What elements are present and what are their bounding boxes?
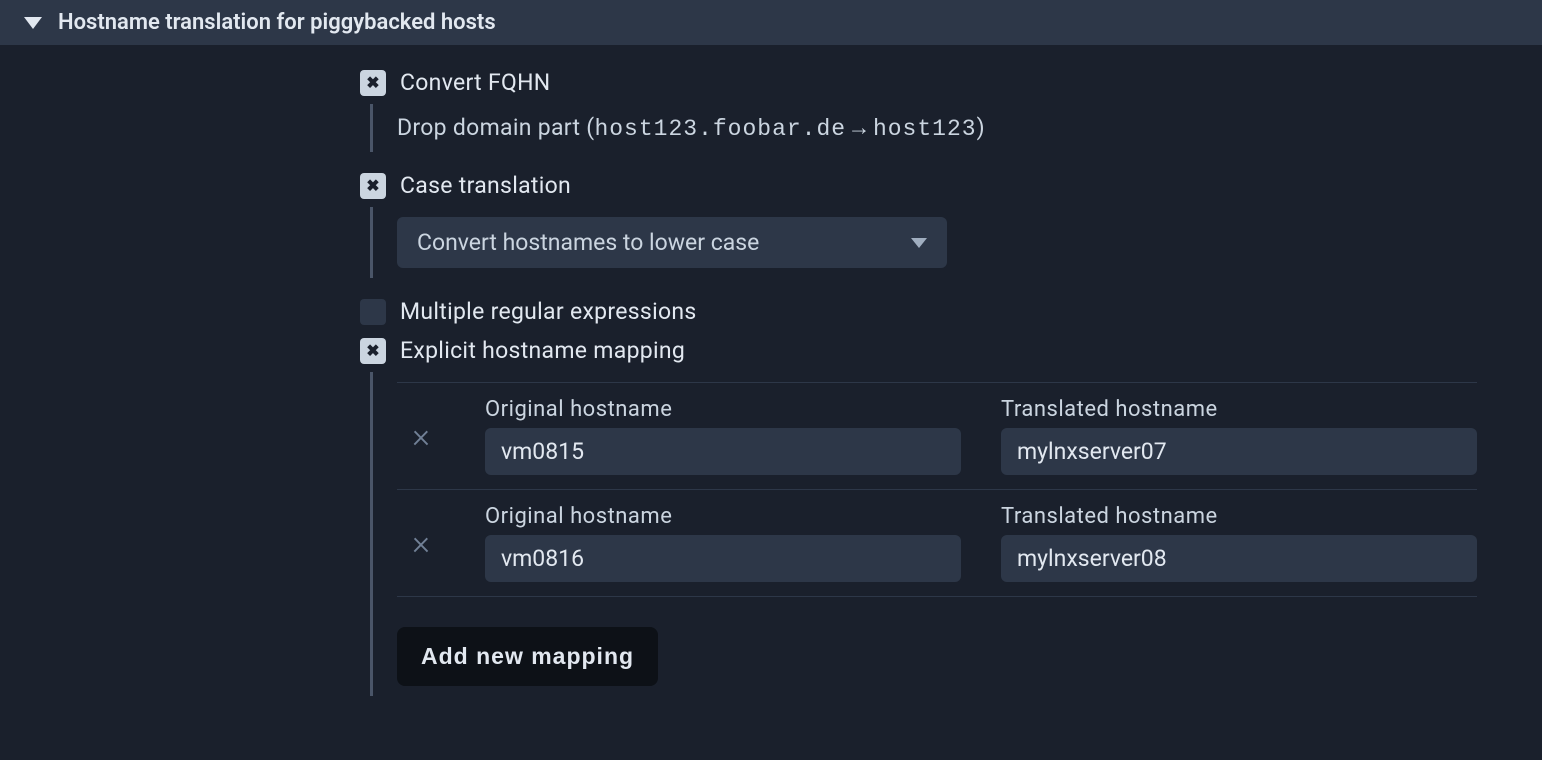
section-title: Hostname translation for piggybacked hos…: [58, 10, 496, 35]
translated-hostname-input[interactable]: [1001, 535, 1477, 582]
tree-line: [370, 372, 373, 696]
fqhn-example-from: host123.foobar.de: [594, 116, 846, 142]
case-translation-label: Case translation: [400, 172, 571, 199]
original-hostname-label: Original hostname: [485, 397, 961, 422]
mapping-row: × Original hostname Translated hostname: [397, 490, 1477, 597]
option-convert-fqhn: Convert FQHN: [360, 69, 1542, 96]
remove-mapping-icon[interactable]: ×: [397, 416, 445, 456]
convert-fqhn-sub: Drop domain part (host123.foobar.de → ho…: [370, 104, 1542, 152]
explicit-mapping-checkbox[interactable]: [360, 338, 386, 364]
translated-hostname-label: Translated hostname: [1001, 397, 1477, 422]
dropdown-value: Convert hostnames to lower case: [417, 229, 759, 256]
translated-hostname-label: Translated hostname: [1001, 504, 1477, 529]
original-hostname-group: Original hostname: [485, 397, 961, 475]
chevron-down-icon: [911, 238, 927, 248]
multi-regex-checkbox[interactable]: [360, 299, 386, 325]
fqhn-example-to: host123: [873, 116, 977, 142]
fqhn-desc-suffix: ): [977, 114, 985, 141]
translated-hostname-group: Translated hostname: [1001, 397, 1477, 475]
mapping-row: × Original hostname Translated hostname: [397, 382, 1477, 490]
add-mapping-button[interactable]: Add new mapping: [397, 627, 658, 686]
tree-line: [370, 104, 373, 152]
section-header[interactable]: Hostname translation for piggybacked hos…: [0, 0, 1542, 45]
case-translation-sub: Convert hostnames to lower case: [370, 207, 1542, 278]
explicit-mapping-sub: × Original hostname Translated hostname × Or…: [370, 372, 1542, 696]
arrow-icon: →: [852, 116, 867, 142]
option-case-translation: Case translation: [360, 172, 1542, 199]
case-translation-dropdown[interactable]: Convert hostnames to lower case: [397, 217, 947, 268]
remove-mapping-icon[interactable]: ×: [397, 523, 445, 563]
convert-fqhn-checkbox[interactable]: [360, 70, 386, 96]
fqhn-desc: Drop domain part (host123.foobar.de → ho…: [397, 114, 985, 141]
original-hostname-label: Original hostname: [485, 504, 961, 529]
fqhn-desc-prefix: Drop domain part (: [397, 114, 594, 141]
translated-hostname-input[interactable]: [1001, 428, 1477, 475]
section-content: Convert FQHN Drop domain part (host123.f…: [0, 45, 1542, 740]
option-explicit-mapping: Explicit hostname mapping: [360, 337, 1542, 364]
original-hostname-group: Original hostname: [485, 504, 961, 582]
option-multi-regex: Multiple regular expressions: [360, 298, 1542, 325]
original-hostname-input[interactable]: [485, 535, 961, 582]
original-hostname-input[interactable]: [485, 428, 961, 475]
collapse-icon: [24, 17, 42, 29]
convert-fqhn-label: Convert FQHN: [400, 69, 551, 96]
case-translation-checkbox[interactable]: [360, 173, 386, 199]
explicit-mapping-label: Explicit hostname mapping: [400, 337, 685, 364]
translated-hostname-group: Translated hostname: [1001, 504, 1477, 582]
tree-line: [370, 207, 373, 278]
multi-regex-label: Multiple regular expressions: [400, 298, 697, 325]
